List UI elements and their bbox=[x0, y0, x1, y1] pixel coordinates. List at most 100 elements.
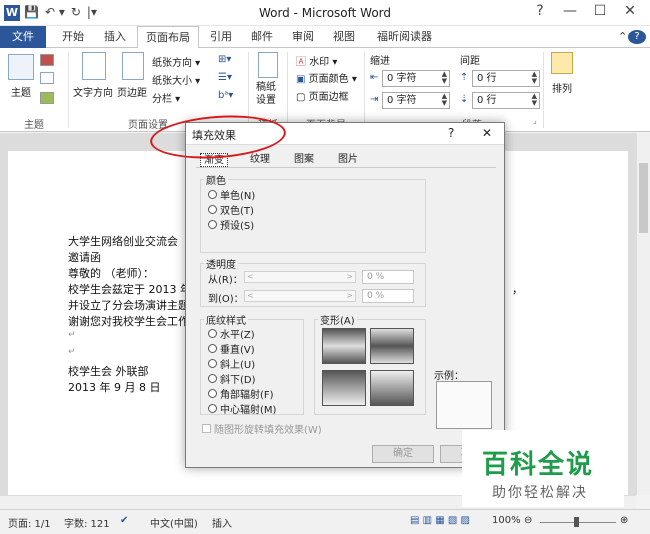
tab-file[interactable]: 文件 bbox=[0, 26, 46, 48]
page-count[interactable]: 页面: 1/1 bbox=[8, 515, 51, 530]
indent-right-icon: ⇥ bbox=[370, 94, 379, 105]
hyphenation-icon[interactable]: bᵃ▾ bbox=[218, 90, 233, 101]
help-window-button[interactable]: ? bbox=[525, 3, 555, 19]
tab-pattern[interactable]: 图案 bbox=[294, 153, 314, 167]
variants-legend: 变形(A) bbox=[318, 312, 357, 327]
page-color-button[interactable]: ▣ 页面颜色 ▾ bbox=[296, 70, 357, 85]
close-window-button[interactable]: ✕ bbox=[615, 3, 645, 19]
proofing-icon[interactable]: ✔ bbox=[120, 515, 128, 526]
doc-line: 并设立了分会场演讲主题 bbox=[68, 299, 189, 312]
theme-fonts-icon[interactable] bbox=[40, 72, 54, 84]
maximize-button[interactable]: ☐ bbox=[585, 3, 615, 19]
insert-mode[interactable]: 插入 bbox=[212, 515, 232, 530]
zoom-in-icon[interactable]: ⊕ bbox=[620, 515, 628, 526]
word-count[interactable]: 字数: 121 bbox=[64, 515, 110, 530]
help-icon[interactable]: ? bbox=[628, 30, 646, 44]
dialog-help-button[interactable]: ? bbox=[448, 126, 454, 140]
group-divider bbox=[364, 52, 365, 128]
spin-arrows-icon[interactable]: ▲ ▼ bbox=[442, 71, 447, 85]
radio-diagonal-up[interactable]: 斜上(U) bbox=[208, 356, 255, 371]
tab-view[interactable]: 视图 bbox=[325, 26, 363, 48]
page-border-icon: ▢ bbox=[296, 92, 309, 103]
variant-swatch[interactable] bbox=[370, 370, 414, 406]
manuscript-settings-button[interactable]: 稿纸 设置 bbox=[256, 81, 276, 107]
radio-one-color[interactable]: 单色(N) bbox=[208, 187, 255, 202]
radio-from-corner[interactable]: 角部辐射(F) bbox=[208, 386, 274, 401]
themes-button-label: 主题 bbox=[11, 88, 31, 99]
columns-button[interactable]: 分栏 ▾ bbox=[152, 90, 180, 105]
variant-swatch[interactable] bbox=[322, 328, 366, 364]
tab-references[interactable]: 引用 bbox=[202, 26, 240, 48]
to-label: 到(O)： bbox=[208, 294, 244, 305]
undo-icon[interactable]: ↶ ▾ bbox=[45, 5, 65, 21]
vertical-scrollbar[interactable] bbox=[636, 133, 650, 495]
arrange-icon[interactable] bbox=[551, 52, 573, 74]
orientation-button[interactable]: 纸张方向 ▾ bbox=[152, 54, 200, 69]
radio-two-colors[interactable]: 双色(T) bbox=[208, 202, 254, 217]
theme-colors-icon[interactable] bbox=[40, 54, 54, 66]
tab-insert[interactable]: 插入 bbox=[96, 26, 134, 48]
shading-styles-legend: 底纹样式 bbox=[204, 312, 248, 327]
radio-from-center[interactable]: 中心辐射(M) bbox=[208, 401, 276, 416]
breaks-icon[interactable]: ⊞▾ bbox=[218, 54, 231, 65]
spin-arrows-icon[interactable]: ▲ ▼ bbox=[442, 93, 447, 107]
to-percent-input[interactable]: 0 % bbox=[362, 289, 414, 303]
group-divider bbox=[543, 52, 544, 128]
text-direction-icon[interactable] bbox=[82, 52, 106, 80]
spacing-after-input[interactable]: 0 行 ▲ ▼ bbox=[472, 92, 540, 109]
scroll-thumb[interactable] bbox=[639, 163, 648, 233]
zoom-out-icon[interactable]: ⊖ bbox=[524, 515, 532, 526]
watermark-button[interactable]: 🄰 水印 ▾ bbox=[296, 53, 337, 68]
doc-line: 校学生会兹定于 2013 年 bbox=[68, 283, 191, 296]
variant-swatch[interactable] bbox=[322, 370, 366, 406]
tab-foxit-reader[interactable]: 福昕阅读器 bbox=[369, 26, 440, 48]
spin-arrows-icon[interactable]: ▲ ▼ bbox=[532, 93, 537, 107]
from-percent-input[interactable]: 0 % bbox=[362, 270, 414, 284]
language[interactable]: 中文(中国) bbox=[150, 515, 198, 530]
arrange-button[interactable]: 排列 bbox=[552, 80, 572, 95]
tab-review[interactable]: 审阅 bbox=[284, 26, 322, 48]
from-slider[interactable]: < > bbox=[244, 271, 356, 283]
radio-horizontal[interactable]: 水平(Z) bbox=[208, 326, 255, 341]
spacing-before-input[interactable]: 0 行 ▲ ▼ bbox=[472, 70, 540, 87]
manuscript-icon[interactable] bbox=[258, 52, 278, 78]
tab-picture[interactable]: 图片 bbox=[338, 153, 358, 167]
margins-label: 页边距 bbox=[117, 88, 147, 99]
spin-arrows-icon[interactable]: ▲ ▼ bbox=[532, 71, 537, 85]
paragraph-dialog-launcher-icon[interactable]: ⌟ bbox=[533, 116, 537, 125]
brand-subtitle: 助你轻松解决 bbox=[492, 485, 588, 501]
radio-vertical[interactable]: 垂直(V) bbox=[208, 341, 255, 356]
ok-button[interactable]: 确定 bbox=[372, 445, 434, 463]
tab-mailings[interactable]: 邮件 bbox=[243, 26, 281, 48]
spacing-before-icon: ⇡ bbox=[460, 72, 469, 83]
title-bar: W 💾 ↶ ▾ ↻ |▾ Word - Microsoft Word ? — ☐… bbox=[0, 0, 650, 26]
size-button[interactable]: 纸张大小 ▾ bbox=[152, 72, 200, 87]
page-border-button[interactable]: ▢ 页面边框 bbox=[296, 88, 349, 103]
save-icon[interactable]: 💾 bbox=[24, 5, 39, 21]
rotate-with-shape-checkbox[interactable]: 随图形旋转填充效果(W) bbox=[202, 421, 322, 436]
variant-swatch[interactable] bbox=[370, 328, 414, 364]
dialog-close-button[interactable]: ✕ bbox=[482, 126, 492, 140]
theme-effects-icon[interactable] bbox=[40, 92, 54, 104]
minimize-button[interactable]: — bbox=[555, 3, 585, 19]
themes-icon[interactable] bbox=[8, 54, 34, 80]
redo-icon[interactable]: ↻ bbox=[71, 5, 81, 21]
to-slider[interactable]: < > bbox=[244, 290, 356, 302]
indent-left-input[interactable]: 0 字符 ▲ ▼ bbox=[382, 70, 450, 87]
brand-title: 百科全说 bbox=[482, 450, 595, 480]
line-numbers-icon[interactable]: ☰▾ bbox=[218, 72, 232, 83]
doc-line: 大学生网络创业交流会 bbox=[68, 235, 178, 248]
indent-right-input[interactable]: 0 字符 ▲ ▼ bbox=[382, 92, 450, 109]
doc-line: ↵ bbox=[68, 330, 76, 340]
customize-qat-icon[interactable]: |▾ bbox=[87, 5, 97, 21]
tab-texture[interactable]: 纹理 bbox=[250, 153, 270, 167]
tab-home[interactable]: 开始 bbox=[54, 26, 92, 48]
radio-diagonal-down[interactable]: 斜下(D) bbox=[208, 371, 256, 386]
view-buttons-icon[interactable]: ▤ ▥ ▦ ▧ ▨ bbox=[410, 515, 470, 526]
radio-preset[interactable]: 预设(S) bbox=[208, 217, 254, 232]
zoom-level[interactable]: 100% bbox=[492, 515, 521, 526]
word-app-icon[interactable]: W bbox=[4, 5, 20, 21]
tab-page-layout[interactable]: 页面布局 bbox=[137, 26, 199, 49]
margins-icon[interactable] bbox=[122, 52, 144, 80]
zoom-slider-thumb[interactable] bbox=[574, 517, 579, 527]
